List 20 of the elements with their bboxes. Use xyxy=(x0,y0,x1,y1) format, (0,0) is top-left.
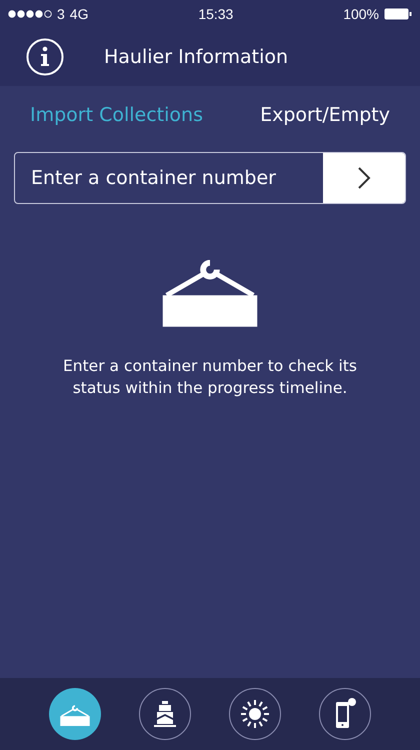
sun-icon xyxy=(240,699,270,729)
nav-button[interactable] xyxy=(319,688,371,740)
signal-icon xyxy=(8,10,52,18)
tab[interactable]: Import Collections xyxy=(30,104,203,126)
network-text: 4G xyxy=(70,6,88,22)
nav-button[interactable] xyxy=(139,688,191,740)
instruction-text: Enter a container number to check its status within the progress timeline. xyxy=(62,356,358,400)
carrier-text: 3 xyxy=(57,6,65,22)
nav-button[interactable] xyxy=(49,688,101,740)
time-text: 15:33 xyxy=(198,6,234,22)
container-number-input[interactable]: Enter a container number xyxy=(15,153,323,203)
ship-icon xyxy=(151,700,179,728)
battery-icon xyxy=(384,8,412,20)
battery-text: 100% xyxy=(343,6,379,22)
nav-button[interactable] xyxy=(229,688,281,740)
info-icon[interactable] xyxy=(26,38,64,76)
search-bar[interactable]: Enter a container number xyxy=(14,152,406,204)
chevron-right-icon xyxy=(357,166,371,190)
tab[interactable]: Export/Empty xyxy=(260,104,390,126)
header-title: Haulier Information xyxy=(104,46,288,68)
